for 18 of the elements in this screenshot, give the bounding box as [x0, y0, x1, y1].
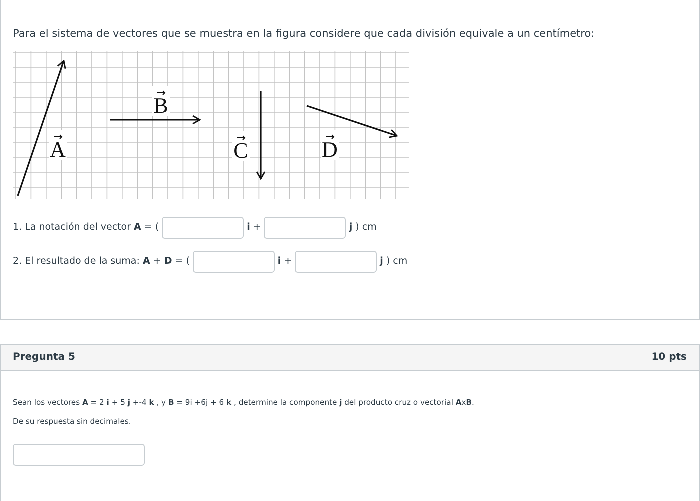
unit-label: i + [247, 220, 262, 235]
question-text: 2. El resultado de la suma: A + D = ( [13, 254, 190, 269]
answer-field[interactable] [264, 216, 346, 239]
answer-field[interactable] [13, 444, 145, 466]
vector-label: D [321, 130, 339, 162]
instruction-text: Para el sistema de vectores que se muestra en la figura considere que cada división equivale a un centímetro: [13, 27, 596, 42]
answer-field[interactable] [192, 250, 275, 273]
points-label: 10 pts [652, 351, 687, 365]
vector-label: C [232, 130, 250, 163]
question-title: Pregunta 5 [13, 351, 76, 365]
unit-label: i + [278, 254, 292, 269]
vector-label: B [152, 86, 170, 118]
question-text: 1. La notación del vector A = ( [13, 220, 160, 235]
unit-label: j ) cm [380, 254, 408, 269]
answer-field[interactable] [162, 216, 244, 239]
unit-label: j ) cm [349, 220, 377, 235]
vector-label: A [49, 130, 67, 162]
answer-field[interactable] [295, 250, 378, 273]
